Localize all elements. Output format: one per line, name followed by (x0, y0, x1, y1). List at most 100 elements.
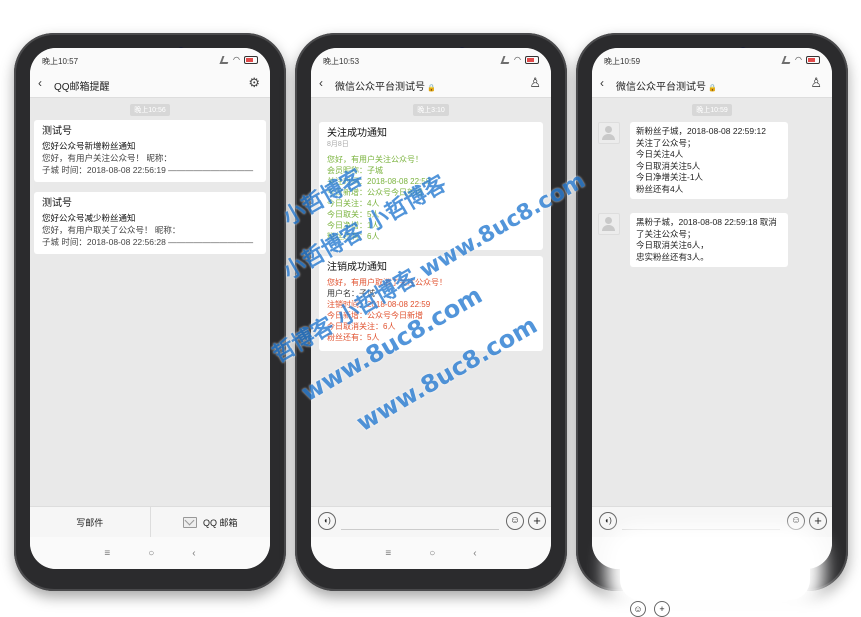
message-line: 今日净增关注-1人 (636, 172, 704, 182)
white-overlay (620, 540, 810, 600)
template-date: 8月8日 (327, 141, 349, 148)
card-subtitle: 您好公众号减少粉丝通知 (42, 213, 136, 223)
mail-notification-card[interactable]: 测试号 您好公众号减少粉丝通知 您好，有用户取关了公众号！ 昵称： 子城 时间：… (34, 192, 266, 254)
plus-icon[interactable]: + (528, 512, 546, 530)
message-line: 忠实粉丝还有3人。 (636, 251, 709, 262)
chat-title-text: 微信公众平台测试号 (335, 82, 425, 93)
emoji-icon[interactable]: ☺ (506, 512, 524, 530)
system-nav-bar: ≡ ○ ‹ (311, 537, 551, 569)
battery-icon (806, 56, 820, 64)
status-bar: 晚上10:53 ◠ (311, 48, 551, 70)
screen: 晚上10:57 ◠ ‹ QQ邮箱提醒 ⚙ 晚上10:56 测试号 您好公众号新增… (30, 48, 270, 569)
nav-bar: ‹ 微信公众平台测试号 🔒 ♙ (311, 70, 551, 98)
status-icons: ◠ (781, 56, 820, 64)
back-arrow-icon[interactable]: ‹ (319, 76, 323, 90)
template-line: 今日取消关注：6人 (327, 322, 396, 331)
signal-icon (781, 56, 793, 64)
mail-notification-card[interactable]: 测试号 您好公众号新增粉丝通知 您好，有用户关注公众号！ 昵称： 子城 时间：2… (34, 120, 266, 182)
template-line: 您好，有用户关注公众号！ (327, 155, 423, 164)
message-line: 今日关注4人 (636, 149, 684, 159)
floating-input-icons: ☺ + (630, 601, 670, 617)
template-line: 今日新增：公众号今日新增 (327, 311, 423, 320)
chat-input-bar: ◖) ☺ + (592, 506, 832, 537)
signal-icon (219, 56, 231, 64)
message-bubble[interactable]: 新粉丝子城，2018-08-08 22:59:12 关注了公众号； 今日关注4人… (630, 122, 788, 199)
back-arrow-icon[interactable]: ‹ (38, 76, 42, 90)
battery-icon (244, 56, 258, 64)
voice-icon[interactable]: ◖) (318, 512, 336, 530)
status-bar: 晚上10:59 ◠ (592, 48, 832, 70)
signal-icon (500, 56, 512, 64)
template-message-card[interactable]: 注销成功通知 您好，有用户取消了关注公众号！ 用户名：子城 注销时间：2018-… (319, 256, 543, 351)
status-bar: 晚上10:57 ◠ (30, 48, 270, 70)
message-line: 新粉丝子城，2018-08-08 22:59:12 (636, 126, 766, 136)
chat-input-bar: ◖) ☺ + (311, 506, 551, 537)
message-line: 粉丝还有4人 (636, 183, 684, 194)
template-line: 会员昵称：子城 (327, 166, 383, 175)
menu-icon[interactable]: ≡ (385, 548, 391, 559)
template-line: 今日关注：4人 (327, 199, 380, 208)
voice-icon[interactable]: ◖) (599, 512, 617, 530)
chat-title: 微信公众平台测试号 🔒 (335, 78, 436, 93)
status-icons: ◠ (219, 55, 258, 64)
battery-icon (525, 56, 539, 64)
profile-icon[interactable]: ♙ (810, 75, 822, 91)
wifi-icon: ◠ (514, 55, 521, 64)
template-line: 关注时间：2018-08-08 22:59 (327, 177, 431, 186)
template-line: 今日取关：5人 (327, 210, 380, 219)
template-line: 您好，有用户取消了关注公众号！ (327, 278, 447, 287)
profile-icon[interactable]: ♙ (529, 75, 541, 91)
template-line: 今日净增：1人 (327, 221, 380, 230)
phone-wechat-templates: 晚上10:53 ◠ ‹ 微信公众平台测试号 🔒 ♙ 晚上3:10 关注成功通知 8… (295, 33, 567, 591)
card-body-line: 您好，有用户关注公众号！ 昵称： (42, 153, 172, 163)
home-icon[interactable]: ○ (429, 548, 435, 559)
message-line: 今日取消关注6人， (636, 240, 709, 250)
home-icon[interactable]: ○ (148, 548, 154, 559)
template-line: 今日新增：公众号今日新增 (327, 188, 423, 197)
template-line: 注销时间：2018-08-08 22:59 (327, 300, 431, 309)
screen: 晚上10:53 ◠ ‹ 微信公众平台测试号 🔒 ♙ 晚上3:10 关注成功通知 8… (311, 48, 551, 569)
avatar[interactable] (598, 213, 620, 235)
qq-mail-label: QQ 邮箱 (202, 517, 238, 528)
phone-wechat-chat: 晚上10:59 ◠ ‹ 微信公众平台测试号 🔒 ♙ 晚上10:59 新粉丝子城，2… (576, 33, 848, 591)
status-time: 晚上10:59 (604, 57, 641, 66)
bottom-menu: 写邮件 QQ 邮箱 (30, 506, 270, 537)
nav-bar: ‹ QQ邮箱提醒 ⚙ (30, 70, 270, 98)
avatar[interactable] (598, 122, 620, 144)
message-input[interactable] (622, 529, 780, 530)
message-input[interactable] (341, 529, 499, 530)
template-line: 粉丝还有：6人 (327, 232, 380, 241)
plus-icon: + (654, 601, 670, 617)
template-line: 粉丝还有：5人 (327, 333, 380, 342)
wifi-icon: ◠ (233, 55, 240, 64)
timestamp-chip: 晚上3:10 (413, 104, 449, 116)
card-body-line: 子城 时间：2018-08-08 22:56:19 —————————— (42, 165, 254, 175)
back-icon[interactable]: ‹ (473, 548, 476, 559)
chat-title: 微信公众平台测试号 🔒 (616, 78, 717, 93)
lock-icon: 🔒 (708, 85, 717, 92)
card-subtitle: 您好公众号新增粉丝通知 (42, 141, 136, 151)
gear-icon[interactable]: ⚙ (248, 75, 260, 91)
chat-message: 黑粉子城，2018-08-08 22:59:18 取消了关注公众号； 今日取消关… (598, 213, 826, 267)
template-message-card[interactable]: 关注成功通知 8月8日 您好，有用户关注公众号！ 会员昵称：子城 关注时间：20… (319, 122, 543, 250)
plus-icon[interactable]: + (809, 512, 827, 530)
template-title: 注销成功通知 (327, 262, 387, 273)
system-nav-bar: ≡ ○ ‹ (30, 537, 270, 569)
emoji-icon[interactable]: ☺ (787, 512, 805, 530)
chat-title-text: 微信公众平台测试号 (616, 82, 706, 93)
menu-icon[interactable]: ≡ (104, 548, 110, 559)
qq-mail-tab[interactable]: QQ 邮箱 (151, 507, 271, 537)
card-title: 测试号 (42, 198, 72, 209)
compose-mail-tab[interactable]: 写邮件 (30, 507, 151, 537)
back-arrow-icon[interactable]: ‹ (600, 76, 604, 90)
template-title: 关注成功通知 (327, 128, 387, 139)
back-icon[interactable]: ‹ (192, 548, 195, 559)
emoji-icon: ☺ (630, 601, 646, 617)
compose-mail-label: 写邮件 (76, 517, 104, 528)
status-icons: ◠ (500, 55, 539, 64)
message-bubble[interactable]: 黑粉子城，2018-08-08 22:59:18 取消了关注公众号； 今日取消关… (630, 213, 788, 267)
mail-icon (182, 516, 197, 528)
lock-icon: 🔒 (427, 85, 436, 92)
message-line: 黑粉子城，2018-08-08 22:59:18 取消了关注公众号； (636, 217, 777, 239)
timestamp-chip: 晚上10:56 (130, 104, 170, 116)
